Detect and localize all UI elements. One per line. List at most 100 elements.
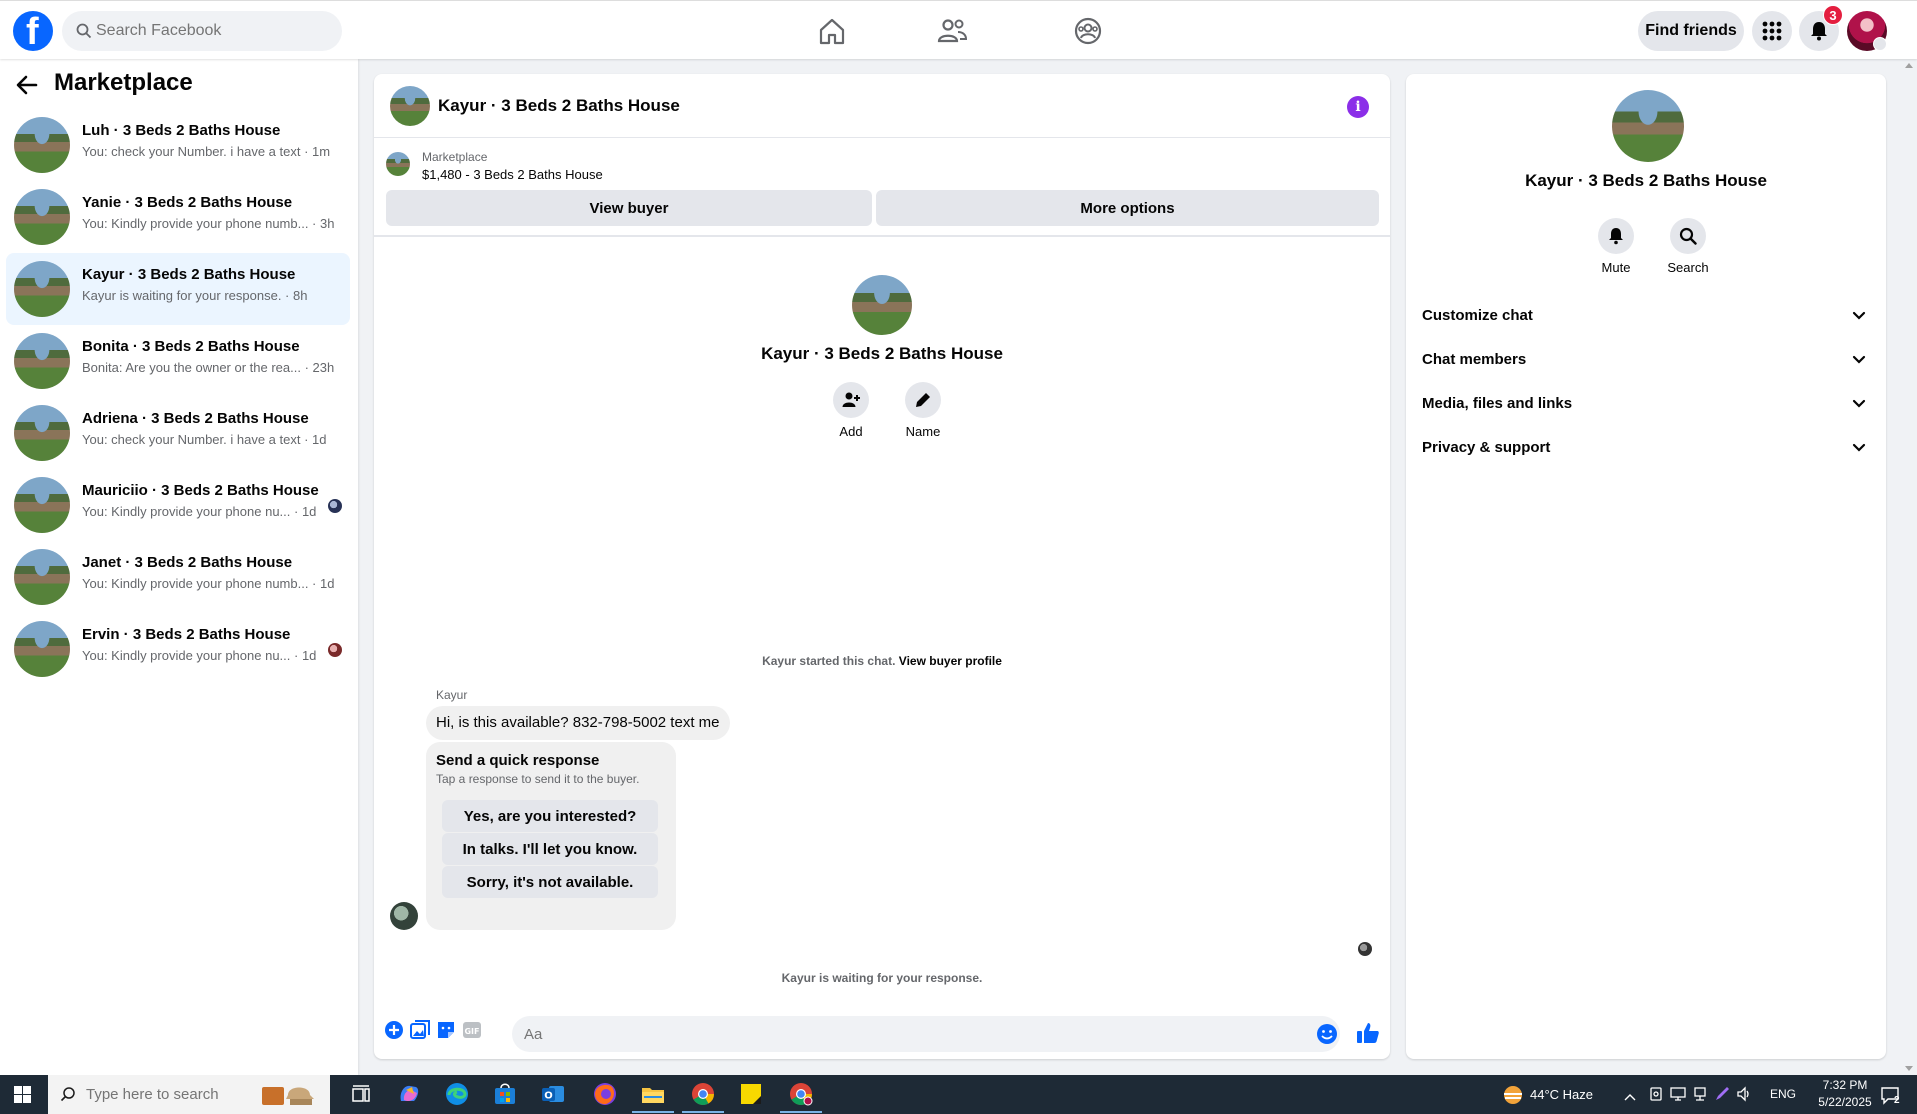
chat-title[interactable]: Kayur · 3 Beds 2 Baths House <box>438 96 680 116</box>
search-in-chat-button[interactable]: Search <box>1658 218 1718 275</box>
chat-header: Kayur · 3 Beds 2 Baths House i <box>374 74 1390 138</box>
privacy-support-section[interactable]: Privacy & support <box>1422 428 1870 468</box>
bell-icon <box>1811 22 1827 41</box>
copilot-icon[interactable] <box>396 1081 422 1107</box>
details-avatar[interactable] <box>1612 90 1684 162</box>
read-receipt-avatar-icon <box>1358 942 1372 956</box>
find-friends-button[interactable]: Find friends <box>1638 11 1744 51</box>
waiting-notice: Kayur is waiting for your response. <box>781 971 983 985</box>
chat-profile-avatar[interactable] <box>852 275 912 335</box>
emoji-icon[interactable] <box>1316 1023 1338 1050</box>
quick-response-button[interactable]: Yes, are you interested? <box>442 800 658 832</box>
section-label: Chat members <box>1422 351 1527 368</box>
conversation-avatar <box>14 477 70 533</box>
file-explorer-icon[interactable] <box>632 1081 674 1113</box>
clock-date[interactable]: 5/22/2025 <box>1814 1095 1876 1109</box>
grid-icon <box>1762 21 1782 41</box>
pencil-icon <box>916 393 930 407</box>
chevron-down-icon[interactable] <box>1873 37 1887 51</box>
taskbar-search-box[interactable] <box>48 1075 330 1114</box>
conversation-item[interactable]: Luh · 3 Beds 2 Baths House You: check yo… <box>6 109 350 181</box>
scroll-up-arrow-icon[interactable] <box>1905 63 1913 68</box>
quick-response-button[interactable]: Sorry, it's not available. <box>442 866 658 898</box>
groups-icon[interactable] <box>1072 15 1104 47</box>
sticker-icon[interactable] <box>436 1020 456 1045</box>
conversation-avatar <box>14 189 70 245</box>
conversation-item[interactable]: Ervin · 3 Beds 2 Baths House You: Kindly… <box>6 613 350 685</box>
windows-taskbar: O 44°C Haze ENG 7:32 PM 5/22/2025 2 <box>0 1075 1917 1114</box>
edge-browser-icon[interactable] <box>444 1081 470 1107</box>
incoming-message-bubble[interactable]: Hi, is this available? 832-798-5002 text… <box>426 706 730 740</box>
home-icon[interactable] <box>816 15 848 47</box>
taskbar-search-input[interactable] <box>86 1075 286 1114</box>
message-sender-name: Kayur <box>436 688 468 702</box>
photo-icon[interactable] <box>410 1020 430 1045</box>
firefox-icon[interactable] <box>592 1081 618 1107</box>
weather-icon[interactable] <box>1502 1084 1524 1111</box>
conversation-name: Yanie · 3 Beds 2 Baths House <box>82 194 293 211</box>
friends-icon[interactable] <box>936 15 968 47</box>
sticky-notes-icon[interactable] <box>738 1081 764 1107</box>
chat-window: Kayur · 3 Beds 2 Baths House i Marketpla… <box>374 74 1390 1059</box>
language-indicator[interactable]: ENG <box>1770 1087 1796 1101</box>
section-label: Privacy & support <box>1422 439 1551 456</box>
conversation-item[interactable]: Janet · 3 Beds 2 Baths House You: Kindly… <box>6 541 350 613</box>
more-options-button[interactable]: More options <box>876 190 1379 226</box>
menu-grid-button[interactable] <box>1752 11 1792 51</box>
conversation-item[interactable]: Mauriciio · 3 Beds 2 Baths House You: Ki… <box>6 469 350 541</box>
add-label: Add <box>839 424 863 439</box>
conversation-item[interactable]: Yanie · 3 Beds 2 Baths House You: Kindly… <box>6 181 350 253</box>
sender-avatar[interactable] <box>390 902 418 930</box>
conversation-preview: You: check your Number. i have a text · … <box>82 432 327 447</box>
conversation-preview: You: Kindly provide your phone numb... ·… <box>82 216 335 231</box>
sidebar-title: Marketplace <box>54 69 193 96</box>
view-buyer-button[interactable]: View buyer <box>386 190 872 226</box>
outlook-icon[interactable]: O <box>540 1081 566 1107</box>
chrome-profile-icon[interactable] <box>780 1081 822 1113</box>
gif-icon[interactable]: GIF <box>462 1020 482 1045</box>
top-navigation-bar: f Find friends 3 <box>0 0 1917 59</box>
quick-response-button[interactable]: In talks. I'll let you know. <box>442 833 658 865</box>
view-buyer-profile-link[interactable]: View buyer profile <box>899 654 1002 668</box>
scroll-down-arrow-icon[interactable] <box>1905 1066 1913 1071</box>
weather-text[interactable]: 44°C Haze <box>1530 1087 1593 1102</box>
search-facebook-box[interactable] <box>62 11 342 51</box>
facebook-logo[interactable]: f <box>13 11 53 52</box>
volume-icon[interactable] <box>1736 1086 1752 1107</box>
mute-button[interactable]: Mute <box>1586 218 1646 275</box>
conversation-name: Luh · 3 Beds 2 Baths House <box>82 122 281 139</box>
meet-now-icon[interactable] <box>1648 1086 1664 1107</box>
svg-text:O: O <box>544 1091 553 1102</box>
display-icon[interactable] <box>1670 1086 1686 1107</box>
add-people-button[interactable]: Add <box>821 382 881 439</box>
info-icon[interactable]: i <box>1347 96 1369 118</box>
marketplace-conversation-list: Marketplace Luh · 3 Beds 2 Baths House Y… <box>0 59 358 1075</box>
conversation-avatar <box>14 621 70 677</box>
chrome-icon[interactable] <box>682 1081 724 1113</box>
thumbs-up-icon[interactable] <box>1356 1021 1380 1050</box>
conversation-item[interactable]: Adriena · 3 Beds 2 Baths House You: chec… <box>6 397 350 469</box>
windows-start-icon[interactable] <box>14 1086 31 1103</box>
page-scrollbar[interactable] <box>1902 59 1917 1075</box>
chevron-up-icon[interactable] <box>1624 1089 1636 1107</box>
media-files-links-section[interactable]: Media, files and links <box>1422 384 1870 424</box>
clock-time[interactable]: 7:32 PM <box>1814 1078 1876 1092</box>
customize-chat-section[interactable]: Customize chat <box>1422 296 1870 336</box>
chat-header-avatar[interactable] <box>390 86 430 126</box>
conversation-name: Janet · 3 Beds 2 Baths House <box>82 554 293 571</box>
listing-summary[interactable]: Marketplace $1,480 - 3 Beds 2 Baths Hous… <box>374 138 1390 182</box>
seen-avatar-icon <box>328 643 342 657</box>
edit-name-button[interactable]: Name <box>893 382 953 439</box>
task-view-icon[interactable] <box>348 1081 374 1107</box>
search-label: Search <box>1667 260 1709 275</box>
pen-icon[interactable] <box>1714 1086 1730 1107</box>
conversation-item-active[interactable]: Kayur · 3 Beds 2 Baths House Kayur is wa… <box>6 253 350 325</box>
microsoft-store-icon[interactable] <box>492 1081 518 1107</box>
conversation-item[interactable]: Bonita · 3 Beds 2 Baths House Bonita: Ar… <box>6 325 350 397</box>
message-input[interactable] <box>512 1016 1340 1052</box>
network-icon[interactable] <box>1692 1086 1708 1107</box>
search-facebook-input[interactable] <box>96 11 336 51</box>
plus-circle-icon[interactable] <box>384 1020 404 1045</box>
chat-members-section[interactable]: Chat members <box>1422 340 1870 380</box>
back-arrow-icon[interactable] <box>16 74 38 101</box>
